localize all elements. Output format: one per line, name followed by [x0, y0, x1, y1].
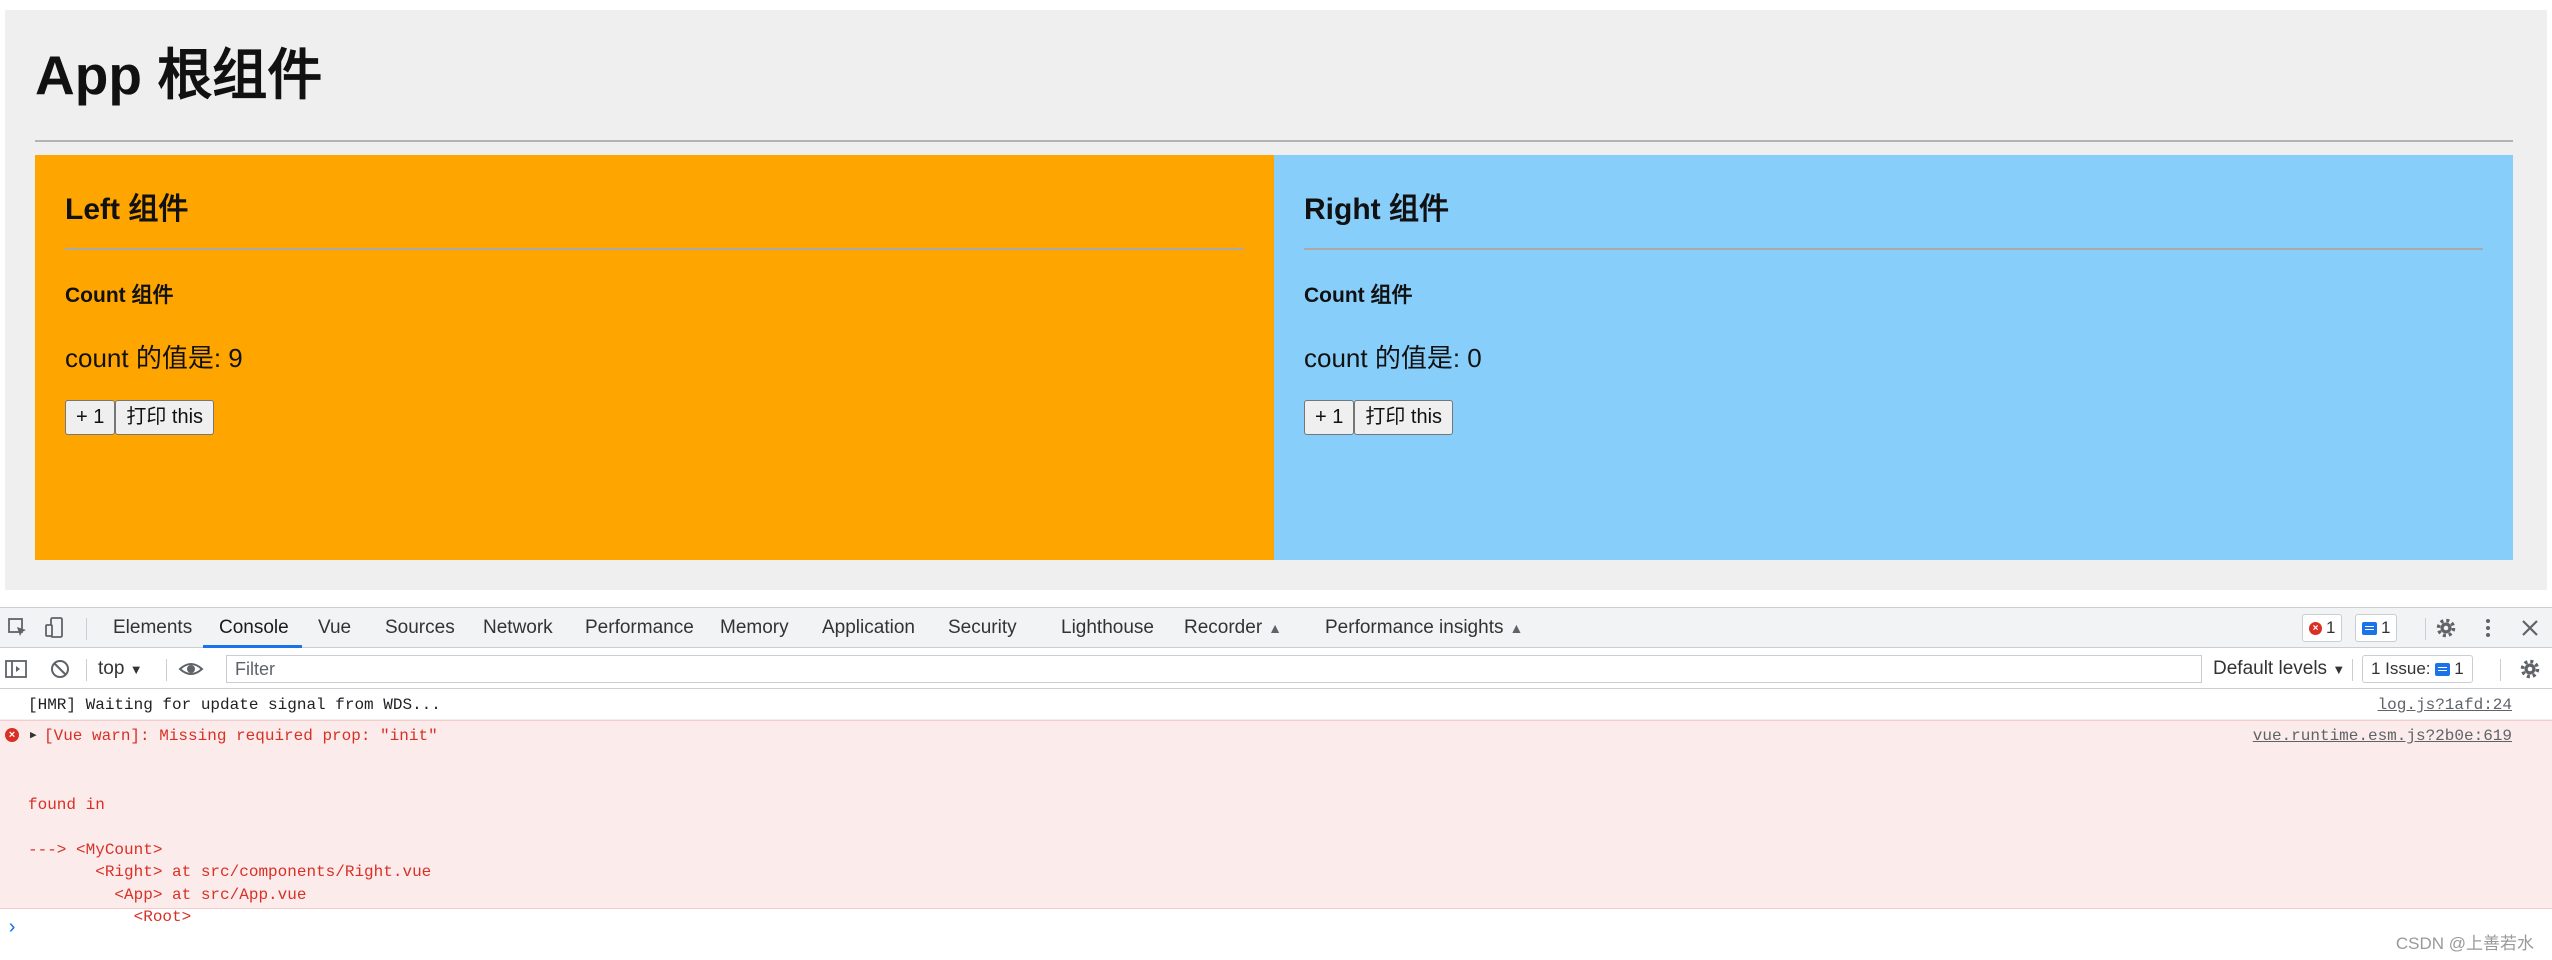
- log-levels-dropdown[interactable]: Default levels ▼: [2213, 649, 2345, 689]
- divider: [35, 140, 2513, 142]
- message-count-badge[interactable]: 1: [2355, 614, 2398, 642]
- dropdown-arrow-icon: ▼: [2332, 662, 2346, 677]
- trace-line: [28, 816, 431, 839]
- component-trace: found in ---> <MyCount> <Right> at src/c…: [28, 771, 431, 929]
- error-count: 1: [2326, 618, 2336, 637]
- trace-line: <Root>: [28, 908, 192, 926]
- active-tab-indicator: [203, 645, 302, 648]
- context-selector[interactable]: top ▼: [98, 649, 143, 689]
- divider: [65, 248, 1244, 250]
- console-settings-gear-icon[interactable]: [2518, 657, 2542, 681]
- tab-performance-insights[interactable]: Performance insights ▲: [1325, 608, 1523, 648]
- tab-sources[interactable]: Sources: [385, 608, 455, 648]
- console-messages: [HMR] Waiting for update signal from WDS…: [0, 690, 2552, 926]
- right-component: Right 组件 Count 组件 count 的值是: 0 + 1 打印 th…: [1274, 155, 2513, 560]
- tab-security[interactable]: Security: [948, 608, 1017, 648]
- console-log-line: [HMR] Waiting for update signal from WDS…: [0, 690, 2552, 720]
- issues-count: 1: [2454, 659, 2464, 678]
- trace-line: <Right> at src/components/Right.vue: [28, 863, 432, 881]
- tab-lighthouse[interactable]: Lighthouse: [1061, 608, 1154, 648]
- message-icon: [2435, 663, 2451, 677]
- tab-elements[interactable]: Elements: [113, 608, 192, 648]
- error-count-badge[interactable]: × 1: [2302, 614, 2343, 642]
- tab-recorder-label: Recorder: [1184, 617, 1263, 638]
- count-component-title: Count 组件: [65, 284, 174, 307]
- tab-performance[interactable]: Performance: [585, 608, 694, 648]
- live-expression-eye-icon[interactable]: [178, 657, 204, 681]
- trace-line: ---> <MyCount>: [28, 840, 163, 859]
- device-toolbar-icon[interactable]: [44, 616, 68, 640]
- watermark: CSDN @上善若水: [2395, 934, 2534, 953]
- clear-console-icon[interactable]: [48, 657, 72, 681]
- log-levels-label: Default levels: [2213, 658, 2328, 679]
- tab-memory[interactable]: Memory: [720, 608, 789, 648]
- tab-performance-insights-label: Performance insights: [1325, 617, 1504, 638]
- separator: [86, 659, 87, 681]
- more-options-icon[interactable]: [2476, 616, 2500, 640]
- count-component-title: Count 组件: [1304, 284, 1413, 307]
- sidebar-toggle-icon[interactable]: [4, 657, 28, 681]
- devtools-tabbar: Elements Console Vue Sources Network Per…: [0, 608, 2552, 648]
- app-root: App 根组件 Left 组件 Count 组件 count 的值是: 9 + …: [5, 10, 2547, 590]
- tab-recorder[interactable]: Recorder ▲: [1184, 608, 1282, 648]
- separator: [166, 659, 167, 681]
- experiment-flask-icon: ▲: [1268, 620, 1283, 636]
- count-value: count 的值是: 9: [65, 343, 243, 373]
- inspect-element-icon[interactable]: [6, 616, 30, 640]
- separator: [2352, 659, 2353, 681]
- tab-application[interactable]: Application: [822, 608, 915, 648]
- console-filter-input[interactable]: [226, 655, 2202, 683]
- message-count: 1: [2381, 618, 2391, 637]
- console-toolbar: top ▼ Default levels ▼ 1 Issue: 1: [0, 649, 2552, 689]
- separator: [2500, 659, 2501, 681]
- close-icon[interactable]: [2518, 616, 2542, 640]
- right-title: Right 组件: [1304, 193, 1449, 226]
- print-this-button[interactable]: 打印 this: [115, 400, 215, 435]
- error-icon: ×: [2309, 622, 2322, 636]
- trace-line: found in: [28, 795, 105, 814]
- print-this-button[interactable]: 打印 this: [1354, 400, 1454, 435]
- button-row: + 1 打印 this: [1304, 400, 1454, 435]
- message-icon: [2362, 622, 2377, 636]
- increment-button[interactable]: + 1: [1304, 400, 1355, 435]
- separator: [2425, 618, 2426, 640]
- count-value: count 的值是: 0: [1304, 343, 1482, 373]
- left-component: Left 组件 Count 组件 count 的值是: 9 + 1 打印 thi…: [35, 155, 1274, 560]
- tab-console[interactable]: Console: [219, 608, 289, 648]
- issues-label: 1 Issue:: [2371, 659, 2431, 678]
- expand-triangle-icon[interactable]: ▶: [30, 728, 37, 742]
- divider: [1304, 248, 2483, 250]
- trace-line: <App> at src/App.vue: [28, 885, 307, 904]
- devtools-panel: Elements Console Vue Sources Network Per…: [0, 607, 2552, 960]
- tab-vue[interactable]: Vue: [318, 608, 351, 648]
- log-message: [HMR] Waiting for update signal from WDS…: [28, 696, 441, 714]
- context-label: top: [98, 658, 125, 679]
- source-link[interactable]: log.js?1afd:24: [2378, 696, 2512, 714]
- page-title: App 根组件: [35, 44, 323, 106]
- tab-network[interactable]: Network: [483, 608, 553, 648]
- dropdown-arrow-icon: ▼: [129, 662, 143, 677]
- error-icon: ×: [5, 728, 19, 742]
- console-prompt-chevron-icon[interactable]: ›: [6, 917, 18, 940]
- experiment-flask-icon: ▲: [1509, 620, 1524, 636]
- issues-button[interactable]: 1 Issue: 1: [2362, 655, 2473, 683]
- separator: [86, 618, 87, 640]
- error-message[interactable]: [Vue warn]: Missing required prop: "init…: [44, 727, 438, 745]
- left-title: Left 组件: [65, 193, 189, 226]
- trace-line: [28, 771, 431, 794]
- settings-gear-icon[interactable]: [2434, 616, 2458, 640]
- button-row: + 1 打印 this: [65, 400, 215, 435]
- increment-button[interactable]: + 1: [65, 400, 116, 435]
- console-error-line: × ▶ [Vue warn]: Missing required prop: "…: [0, 720, 2552, 926]
- source-link[interactable]: vue.runtime.esm.js?2b0e:619: [2253, 727, 2512, 745]
